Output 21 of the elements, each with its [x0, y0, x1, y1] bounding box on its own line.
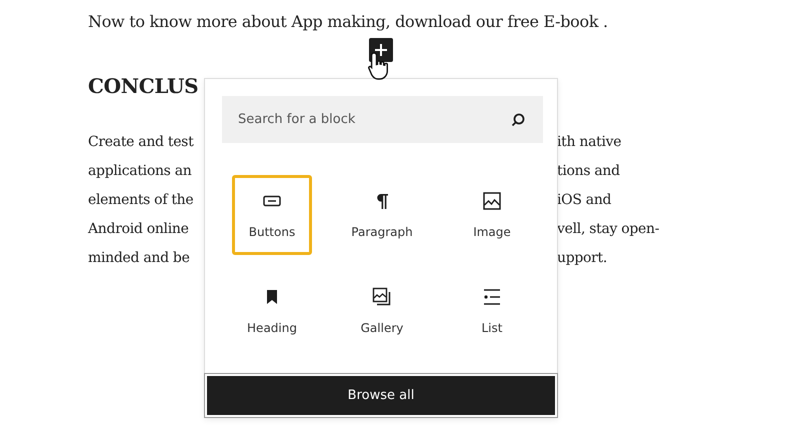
browse-all-button[interactable]: Browse all [205, 374, 557, 417]
paragraph-fragment: elements of the [88, 191, 194, 210]
paragraph-fragment: upport. [557, 249, 608, 268]
paragraph-fragment: Android online [88, 220, 189, 239]
list-icon [482, 287, 502, 307]
gallery-icon [372, 287, 392, 307]
image-icon [482, 191, 502, 211]
add-block-button[interactable] [369, 38, 393, 62]
block-option[interactable]: Buttons [232, 175, 312, 255]
paragraph-fragment: minded and be [88, 249, 190, 268]
section-heading: CONCLUS [88, 73, 198, 100]
plus-icon [374, 43, 388, 57]
paragraph-fragment: Create and test [88, 133, 194, 152]
search-field[interactable]: Search for a block [222, 96, 543, 143]
paragraph-fragment: iOS and [557, 191, 612, 210]
paragraph-fragment: ith native [557, 133, 622, 152]
paragraph-fragment: vell, stay open- [557, 220, 660, 239]
paragraph-fragment: tions and [557, 162, 620, 181]
paragraph-fragment: applications an [88, 162, 192, 181]
search-icon [510, 112, 526, 128]
paragraph-text: Now to know more about App making, download our free E-book . [88, 11, 608, 33]
